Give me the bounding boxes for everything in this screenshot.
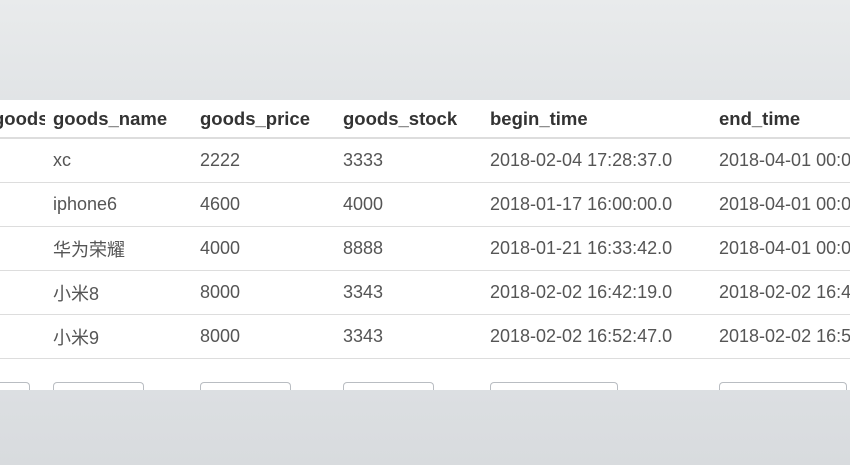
cell-end-time: 2018-02-02 16:52:47.0 xyxy=(711,314,850,359)
cell-goods-price: 8000 xyxy=(192,314,335,359)
cell-begin-time: 2018-02-04 17:28:37.0 xyxy=(482,138,711,183)
table-row: 华为荣耀 4000 8888 2018-01-21 16:33:42.0 201… xyxy=(0,226,850,271)
new-entry-cell xyxy=(482,359,711,390)
column-header-goods-name: goods_name xyxy=(45,100,192,139)
goods-name-input[interactable] xyxy=(53,382,144,390)
table-row: xc 2222 3333 2018-02-04 17:28:37.0 2018-… xyxy=(0,138,850,183)
cell-goods-stock: 3343 xyxy=(335,270,482,315)
cell-goods-id xyxy=(0,182,45,227)
cell-goods-id xyxy=(0,314,45,359)
new-entry-cell xyxy=(335,359,482,390)
cell-goods-name: iphone6 xyxy=(45,182,192,227)
cell-goods-stock: 3343 xyxy=(335,314,482,359)
cell-begin-time: 2018-02-02 16:42:19.0 xyxy=(482,270,711,315)
table-panel: goods_id goods_name goods_price goods_st… xyxy=(0,100,850,390)
cell-goods-name: xc xyxy=(45,138,192,183)
begin-time-input[interactable] xyxy=(490,382,618,390)
column-header-goods-price: goods_price xyxy=(192,100,335,139)
goods-table: goods_id goods_name goods_price goods_st… xyxy=(0,100,850,390)
table-row: iphone6 4600 4000 2018-01-17 16:00:00.0 … xyxy=(0,182,850,227)
cell-begin-time: 2018-01-17 16:00:00.0 xyxy=(482,182,711,227)
table-row: 小米8 8000 3343 2018-02-02 16:42:19.0 2018… xyxy=(0,270,850,315)
table-row: 小米9 8000 3343 2018-02-02 16:52:47.0 2018… xyxy=(0,314,850,359)
column-header-goods-stock: goods_stock xyxy=(335,100,482,139)
cell-goods-id xyxy=(0,270,45,315)
column-header-begin-time: begin_time xyxy=(482,100,711,139)
cell-goods-price: 4600 xyxy=(192,182,335,227)
cell-end-time: 2018-04-01 00:00:00.0 xyxy=(711,226,850,271)
cell-end-time: 2018-04-01 00:00:00.0 xyxy=(711,138,850,183)
cell-goods-price: 4000 xyxy=(192,226,335,271)
cell-goods-stock: 3333 xyxy=(335,138,482,183)
goods-id-input[interactable] xyxy=(0,382,30,390)
top-background xyxy=(0,0,850,100)
cell-begin-time: 2018-02-02 16:52:47.0 xyxy=(482,314,711,359)
table-header-row: goods_id goods_name goods_price goods_st… xyxy=(0,100,850,139)
cell-goods-price: 8000 xyxy=(192,270,335,315)
new-entry-cell xyxy=(0,359,45,390)
cell-goods-stock: 4000 xyxy=(335,182,482,227)
new-entry-cell xyxy=(45,359,192,390)
cell-goods-stock: 8888 xyxy=(335,226,482,271)
goods-stock-input[interactable] xyxy=(343,382,434,390)
cell-goods-id xyxy=(0,226,45,271)
bottom-background xyxy=(0,390,850,465)
new-entry-cell xyxy=(192,359,335,390)
cell-goods-name: 小米9 xyxy=(45,314,192,359)
new-entry-cell xyxy=(711,359,850,390)
cell-end-time: 2018-02-02 16:42:19.0 xyxy=(711,270,850,315)
column-header-end-time: end_time xyxy=(711,100,850,139)
cell-goods-name: 华为荣耀 xyxy=(45,226,192,271)
end-time-input[interactable] xyxy=(719,382,847,390)
cell-begin-time: 2018-01-21 16:33:42.0 xyxy=(482,226,711,271)
cell-goods-price: 2222 xyxy=(192,138,335,183)
cell-end-time: 2018-04-01 00:00:00.0 xyxy=(711,182,850,227)
goods-price-input[interactable] xyxy=(200,382,291,390)
column-header-goods-id: goods_id xyxy=(0,100,45,139)
cell-goods-id xyxy=(0,138,45,183)
new-entry-row xyxy=(0,359,850,390)
cell-goods-name: 小米8 xyxy=(45,270,192,315)
